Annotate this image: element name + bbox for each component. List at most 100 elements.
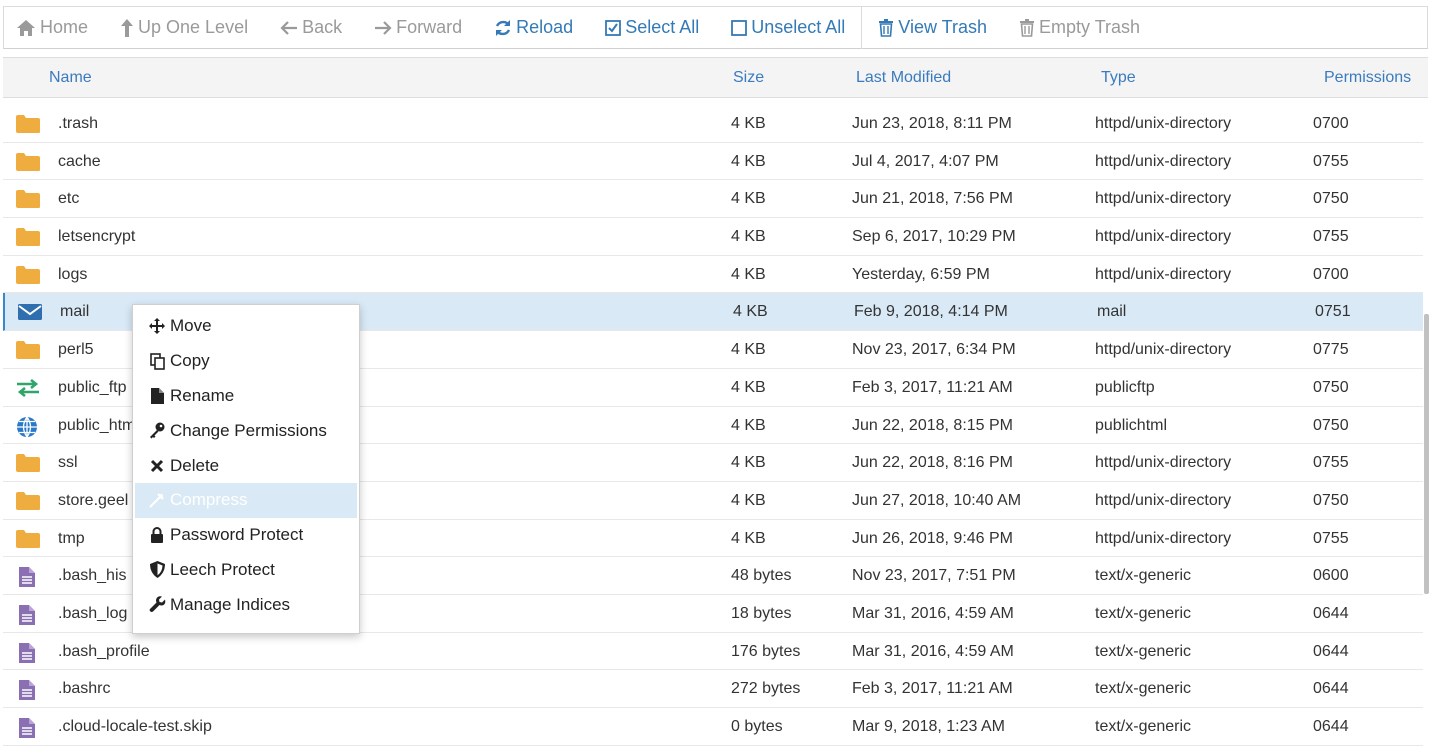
menu-item-label: Copy (170, 351, 210, 371)
column-header-size[interactable]: Size (733, 58, 764, 97)
file-size: 4 KB (731, 115, 766, 132)
refresh-icon (496, 19, 511, 36)
wrench-icon (147, 596, 167, 613)
table-row[interactable]: .bashrc 272 bytes Feb 3, 2017, 11:21 AM … (3, 670, 1423, 708)
toolbar: Home Up One Level Back Forward Reload Se… (3, 6, 1428, 49)
shield-icon (147, 561, 167, 579)
file-name[interactable]: logs (58, 256, 87, 293)
menu-item-copy[interactable]: Copy (133, 344, 359, 379)
table-row[interactable]: etc 4 KB Jun 21, 2018, 7:56 PM httpd/uni… (3, 180, 1423, 219)
file-permissions: 0755 (1313, 152, 1349, 170)
up-one-level-label: Up One Level (138, 17, 249, 37)
select-all-button[interactable]: Select All (605, 7, 699, 48)
file-last-modified: Mar 31, 2016, 4:59 AM (852, 642, 1014, 660)
column-header-permissions[interactable]: Permissions (1324, 58, 1411, 97)
file-size: 4 KB (731, 529, 766, 547)
file-name[interactable]: .cloud-locale-test.skip (58, 708, 212, 745)
unselect-all-button[interactable]: Unselect All (731, 7, 845, 48)
home-icon (17, 19, 35, 36)
trash-icon (879, 18, 894, 37)
table-row[interactable]: .trash 4 KB Jun 23, 2018, 8:11 PM httpd/… (3, 105, 1423, 143)
vertical-scrollbar[interactable] (1424, 314, 1429, 594)
file-name[interactable]: .trash (58, 105, 98, 142)
forward-button[interactable]: Forward (374, 7, 462, 48)
toolbar-divider (861, 6, 863, 49)
file-name[interactable]: letsencrypt (58, 218, 135, 255)
reload-label: Reload (516, 17, 574, 37)
menu-item-compress[interactable]: Compress (135, 482, 357, 518)
home-button[interactable]: Home (16, 7, 88, 48)
file-name[interactable]: mail (60, 293, 89, 330)
back-button[interactable]: Back (280, 7, 342, 48)
folder-icon (15, 227, 41, 247)
menu-item-label: Leech Protect (170, 559, 275, 579)
file-icon (147, 387, 167, 404)
file-last-modified: Feb 3, 2017, 11:21 AM (852, 378, 1013, 396)
file-name[interactable]: cache (58, 143, 101, 180)
file-name[interactable]: .bash_his (58, 557, 127, 594)
menu-item-delete[interactable]: Delete (133, 448, 359, 483)
menu-item-move[interactable]: Move (133, 309, 359, 344)
file-last-modified: Nov 23, 2017, 7:51 PM (852, 567, 1016, 585)
file-name[interactable]: store.geel (58, 482, 128, 519)
up-one-level-button[interactable]: Up One Level (120, 7, 248, 48)
table-header: Name Size Last Modified Type Permissions (3, 57, 1428, 98)
menu-item-rename[interactable]: Rename (133, 379, 359, 414)
file-name[interactable]: .bash_log (58, 595, 127, 632)
back-label: Back (302, 17, 343, 37)
file-last-modified: Feb 3, 2017, 11:21 AM (852, 680, 1013, 698)
file-name[interactable]: public_html (58, 407, 139, 444)
menu-item-password-protect[interactable]: Password Protect (133, 518, 359, 553)
file-size: 4 KB (731, 341, 766, 359)
menu-item-leech-protect[interactable]: Leech Protect (133, 553, 359, 588)
file-name[interactable]: etc (58, 180, 79, 217)
file-size: 4 KB (731, 416, 766, 434)
file-type: httpd/unix-directory (1095, 265, 1232, 283)
file-type: httpd/unix-directory (1095, 491, 1232, 509)
forward-label: Forward (396, 17, 463, 37)
unselect-all-label: Unselect All (751, 17, 846, 37)
file-type: text/x-generic (1095, 567, 1192, 585)
file-permissions: 0750 (1313, 190, 1349, 208)
table-row[interactable]: .bash_profile 176 bytes Mar 31, 2016, 4:… (3, 633, 1423, 671)
view-trash-button[interactable]: View Trash (878, 7, 987, 48)
file-size: 4 KB (733, 303, 768, 321)
column-header-name[interactable]: Name (49, 58, 92, 97)
file-type: text/x-generic (1095, 680, 1192, 698)
folder-icon (15, 529, 41, 549)
file-name[interactable]: ssl (58, 444, 78, 481)
file-type: mail (1097, 303, 1127, 321)
reload-button[interactable]: Reload (494, 7, 573, 48)
file-type: httpd/unix-directory (1095, 190, 1232, 208)
home-label: Home (40, 17, 89, 37)
file-size: 272 bytes (731, 680, 801, 698)
file-name[interactable]: perl5 (58, 331, 94, 368)
table-row[interactable]: letsencrypt 4 KB Sep 6, 2017, 10:29 PM h… (3, 218, 1423, 256)
menu-item-manage-indices[interactable]: Manage Indices (133, 587, 359, 622)
file-permissions: 0750 (1313, 378, 1349, 396)
file-name[interactable]: public_ftp (58, 369, 127, 406)
file-type: httpd/unix-directory (1095, 454, 1232, 472)
table-row[interactable]: .cloud-locale-test.skip 0 bytes Mar 9, 2… (3, 708, 1423, 746)
file-name[interactable]: .bashrc (58, 670, 110, 707)
file-last-modified: Jun 23, 2018, 8:11 PM (852, 115, 1012, 132)
file-name[interactable]: .bash_profile (58, 633, 150, 670)
column-header-type[interactable]: Type (1101, 58, 1136, 97)
table-row[interactable]: logs 4 KB Yesterday, 6:59 PM httpd/unix-… (3, 256, 1423, 294)
menu-item-change-permissions[interactable]: Change Permissions (133, 413, 359, 448)
file-size: 4 KB (731, 378, 766, 396)
file-last-modified: Mar 31, 2016, 4:59 AM (852, 604, 1014, 622)
empty-trash-button[interactable]: Empty Trash (1019, 7, 1140, 48)
folder-icon (15, 152, 41, 172)
file-size: 176 bytes (731, 642, 801, 660)
file-permissions: 0755 (1313, 454, 1349, 472)
table-row[interactable]: cache 4 KB Jul 4, 2017, 4:07 PM httpd/un… (3, 143, 1423, 181)
file-last-modified: Jun 26, 2018, 9:46 PM (852, 529, 1013, 547)
file-last-modified: Yesterday, 6:59 PM (852, 265, 990, 283)
file-last-modified: Jun 22, 2018, 8:16 PM (852, 454, 1013, 472)
menu-item-label: Change Permissions (170, 420, 327, 440)
file-name[interactable]: tmp (58, 520, 85, 557)
file-permissions: 0700 (1313, 265, 1349, 283)
column-header-last-modified[interactable]: Last Modified (856, 58, 951, 97)
file-last-modified: Feb 9, 2018, 4:14 PM (854, 303, 1008, 321)
